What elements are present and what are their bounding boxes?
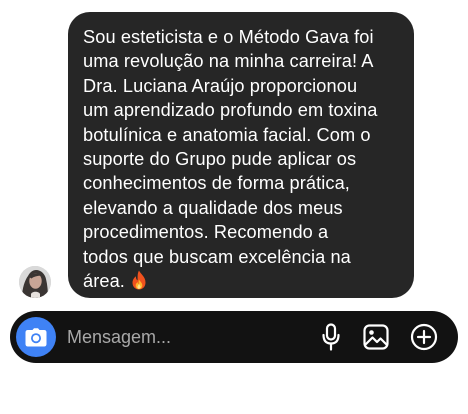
fire-emoji-icon xyxy=(132,270,146,290)
avatar[interactable] xyxy=(19,266,51,298)
message-composer xyxy=(10,311,458,363)
add-button[interactable] xyxy=(409,322,439,352)
gallery-button[interactable] xyxy=(361,322,391,352)
avatar-photo xyxy=(19,266,51,298)
camera-icon xyxy=(25,327,47,346)
microphone-icon xyxy=(322,323,340,351)
microphone-button[interactable] xyxy=(316,322,346,352)
chat-screen: Sou esteticista e o Método Gava foi uma … xyxy=(0,0,468,414)
message-bubble[interactable]: Sou esteticista e o Método Gava foi uma … xyxy=(68,12,414,298)
message-text: Sou esteticista e o Método Gava foi uma … xyxy=(83,27,378,292)
plus-circle-icon xyxy=(410,323,438,351)
message-input[interactable] xyxy=(67,325,287,349)
camera-button[interactable] xyxy=(16,317,56,357)
gallery-icon xyxy=(363,324,389,350)
